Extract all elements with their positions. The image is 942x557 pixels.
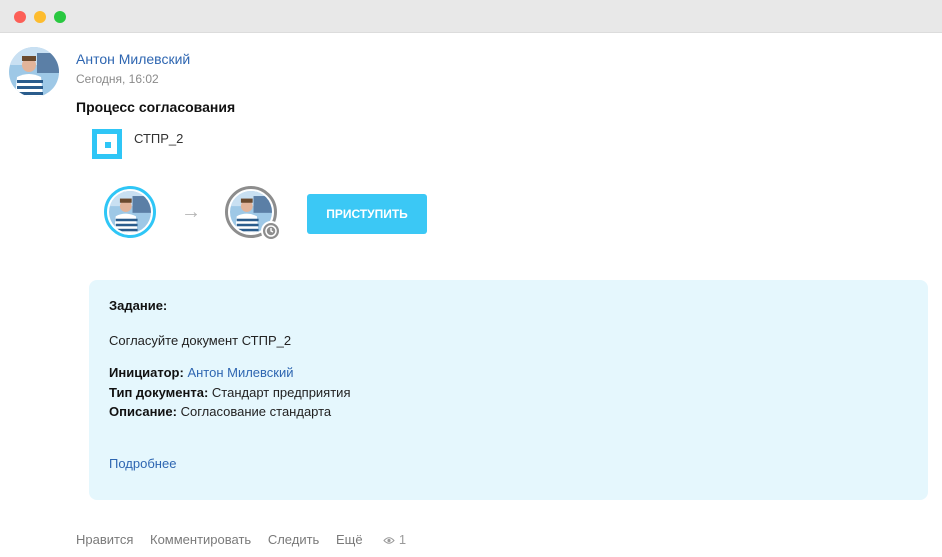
description-row: Описание: Согласование стандарта bbox=[109, 404, 331, 419]
more-details-link[interactable]: Подробнее bbox=[109, 456, 176, 471]
arrow-right-icon: → bbox=[181, 201, 201, 223]
initiator-row: Инициатор: Антон Милевский bbox=[109, 365, 294, 380]
post-title: Процесс согласования bbox=[76, 99, 236, 115]
views-counter: 1 bbox=[383, 532, 406, 547]
description-label: Описание: bbox=[109, 404, 177, 419]
like-button[interactable]: Нравится bbox=[76, 532, 133, 547]
task-card: Задание: Согласуйте документ СТПР_2 Иниц… bbox=[89, 280, 928, 500]
doctype-row: Тип документа: Стандарт предприятия bbox=[109, 385, 350, 400]
post-actions: Нравится Комментировать Следить Ещё 1 bbox=[76, 532, 406, 547]
more-actions-button[interactable]: Ещё bbox=[336, 532, 363, 547]
clock-icon bbox=[261, 221, 281, 241]
minimize-window-button[interactable] bbox=[34, 11, 46, 23]
post-timestamp: Сегодня, 16:02 bbox=[76, 72, 159, 86]
eye-icon bbox=[383, 537, 395, 544]
initiator-link[interactable]: Антон Милевский bbox=[187, 365, 293, 380]
comment-button[interactable]: Комментировать bbox=[150, 532, 251, 547]
doctype-value: Стандарт предприятия bbox=[211, 385, 351, 400]
close-window-button[interactable] bbox=[14, 11, 26, 23]
doctype-label: Тип документа: bbox=[109, 385, 209, 400]
author-name-link[interactable]: Антон Милевский bbox=[76, 51, 190, 67]
document-name[interactable]: СТПР_2 bbox=[134, 131, 183, 146]
author-avatar[interactable] bbox=[9, 47, 59, 97]
initiator-avatar[interactable] bbox=[104, 186, 156, 238]
description-value: Согласование стандарта bbox=[180, 404, 332, 419]
views-count: 1 bbox=[398, 532, 407, 547]
maximize-window-button[interactable] bbox=[54, 11, 66, 23]
window-titlebar bbox=[0, 0, 942, 33]
document-icon[interactable] bbox=[92, 129, 122, 159]
initiator-avatar-image bbox=[109, 191, 151, 233]
initiator-label: Инициатор: bbox=[109, 365, 184, 380]
task-heading: Задание: bbox=[109, 298, 168, 313]
follow-button[interactable]: Следить bbox=[268, 532, 320, 547]
task-text: Согласуйте документ СТПР_2 bbox=[109, 333, 292, 348]
start-task-button[interactable]: ПРИСТУПИТЬ bbox=[307, 194, 427, 234]
